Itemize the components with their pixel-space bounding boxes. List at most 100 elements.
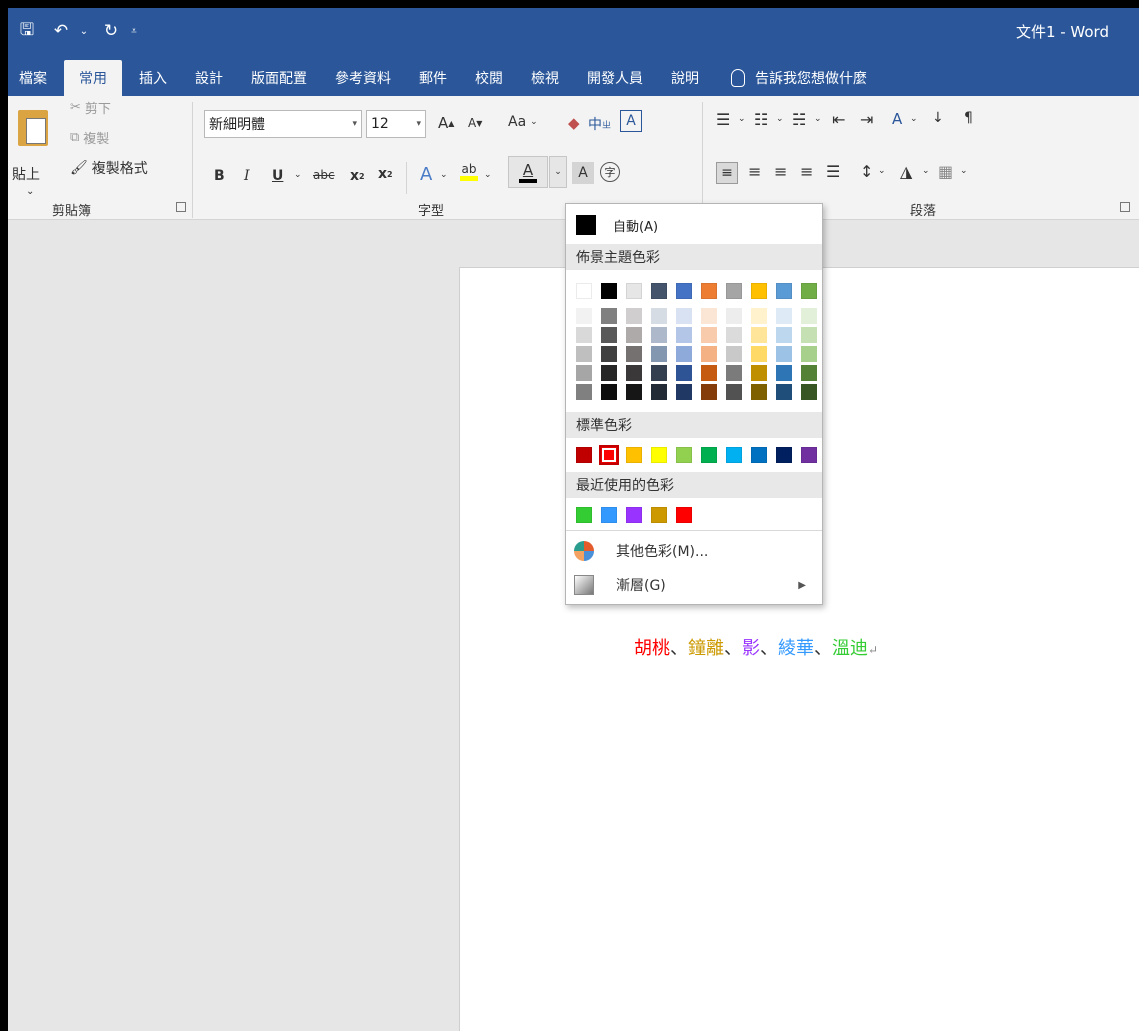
theme-shade-swatch[interactable] [626, 346, 642, 362]
character-border-button[interactable]: A [620, 110, 642, 132]
theme-shade-swatch[interactable] [651, 384, 667, 400]
increase-indent-icon[interactable]: ⇥ [860, 110, 873, 129]
theme-shade-swatch[interactable] [601, 384, 617, 400]
recent-color-swatch[interactable] [626, 507, 642, 523]
theme-shade-swatch[interactable] [726, 308, 742, 324]
theme-shade-swatch[interactable] [601, 346, 617, 362]
align-right-icon[interactable]: ≡ [774, 162, 787, 181]
paste-icon[interactable] [18, 110, 48, 146]
document-text[interactable]: 胡桃、鐘離、影、綾華、溫迪↵ [634, 634, 878, 660]
superscript-button[interactable]: x2 [378, 166, 393, 182]
theme-shade-swatch[interactable] [601, 308, 617, 324]
highlight-dropdown-icon[interactable]: ⌄ [484, 170, 492, 180]
tab-references[interactable]: 參考資料 [324, 60, 402, 96]
effects-dropdown-icon[interactable]: ⌄ [440, 170, 448, 180]
italic-button[interactable]: I [244, 168, 250, 184]
theme-shade-swatch[interactable] [726, 346, 742, 362]
customize-qat-icon[interactable]: ⩡ [126, 16, 142, 46]
multilevel-list-icon[interactable]: ☵ [792, 110, 806, 129]
standard-color-swatch[interactable] [676, 447, 692, 463]
theme-shade-swatch[interactable] [726, 384, 742, 400]
theme-shade-swatch[interactable] [701, 365, 717, 381]
justify-icon[interactable]: ≡ [800, 162, 813, 181]
tab-review[interactable]: 校閱 [464, 60, 514, 96]
line-spacing-dropdown-icon[interactable]: ⌄ [878, 166, 886, 176]
recent-color-swatch[interactable] [676, 507, 692, 523]
font-size-box[interactable]: 12 ▾ [366, 110, 426, 138]
theme-shade-swatch[interactable] [676, 346, 692, 362]
theme-shade-swatch[interactable] [701, 327, 717, 343]
font-color-dropdown-icon[interactable]: ⌄ [549, 156, 567, 188]
more-colors-item[interactable]: 其他色彩(M)... [566, 534, 822, 568]
theme-shade-swatch[interactable] [626, 384, 642, 400]
change-case-button[interactable]: Aa ⌄ [508, 114, 538, 130]
theme-shade-swatch[interactable] [726, 365, 742, 381]
theme-shade-swatch[interactable] [701, 308, 717, 324]
save-icon[interactable]: 🖫 [12, 16, 42, 46]
font-color-button[interactable]: A [508, 156, 548, 188]
tab-layout[interactable]: 版面配置 [240, 60, 318, 96]
theme-shade-swatch[interactable] [751, 346, 767, 362]
theme-shade-swatch[interactable] [776, 365, 792, 381]
theme-shade-swatch[interactable] [601, 365, 617, 381]
automatic-color-item[interactable]: 自動(A) [566, 210, 822, 240]
theme-shade-swatch[interactable] [651, 308, 667, 324]
shading-dropdown-icon[interactable]: ⌄ [922, 166, 930, 176]
format-painter-button[interactable]: 🖌 複製格式 [70, 158, 148, 178]
underline-dropdown-icon[interactable]: ⌄ [294, 170, 302, 180]
standard-color-swatch[interactable] [576, 447, 592, 463]
theme-shade-swatch[interactable] [701, 384, 717, 400]
theme-shade-swatch[interactable] [726, 327, 742, 343]
theme-color-swatch[interactable] [801, 283, 817, 299]
theme-shade-swatch[interactable] [751, 327, 767, 343]
paste-button[interactable]: 貼上 [12, 164, 40, 184]
tab-insert[interactable]: 插入 [128, 60, 178, 96]
theme-shade-swatch[interactable] [676, 327, 692, 343]
recent-color-swatch[interactable] [601, 507, 617, 523]
shrink-font-button[interactable]: A ▼ [468, 116, 482, 130]
theme-color-swatch[interactable] [651, 283, 667, 299]
theme-shade-swatch[interactable] [776, 308, 792, 324]
theme-color-swatch[interactable] [701, 283, 717, 299]
standard-color-swatch[interactable] [726, 447, 742, 463]
theme-shade-swatch[interactable] [651, 365, 667, 381]
theme-shade-swatch[interactable] [801, 384, 817, 400]
clear-formatting-icon[interactable]: ◆ [568, 114, 580, 132]
numbering-dropdown-icon[interactable]: ⌄ [776, 114, 784, 124]
theme-shade-swatch[interactable] [626, 365, 642, 381]
character-shading-button[interactable]: A [572, 162, 594, 184]
theme-shade-swatch[interactable] [676, 365, 692, 381]
distributed-icon[interactable]: ☰ [826, 162, 840, 181]
tab-mailings[interactable]: 郵件 [408, 60, 458, 96]
copy-button[interactable]: ⧉ 複製 [70, 128, 109, 147]
bold-button[interactable]: B [214, 168, 225, 184]
decrease-indent-icon[interactable]: ⇤ [832, 110, 845, 129]
standard-color-swatch[interactable] [599, 445, 619, 465]
standard-color-swatch[interactable] [801, 447, 817, 463]
align-center-icon[interactable]: ≡ [748, 162, 761, 181]
sort-icon[interactable]: ↓ [932, 110, 944, 126]
theme-shade-swatch[interactable] [776, 327, 792, 343]
theme-shade-swatch[interactable] [751, 365, 767, 381]
theme-color-swatch[interactable] [751, 283, 767, 299]
borders-icon[interactable]: ▦ [938, 162, 953, 181]
theme-shade-swatch[interactable] [776, 346, 792, 362]
bullets-dropdown-icon[interactable]: ⌄ [738, 114, 746, 124]
shading-icon[interactable]: ◮ [900, 162, 912, 181]
theme-shade-swatch[interactable] [626, 308, 642, 324]
theme-color-swatch[interactable] [776, 283, 792, 299]
bullets-icon[interactable]: ☰ [716, 110, 730, 129]
enclose-characters-button[interactable]: 字 [600, 162, 620, 182]
tab-file[interactable]: 檔案 [8, 60, 58, 96]
cut-button[interactable]: ✂ 剪下 [70, 98, 111, 117]
borders-dropdown-icon[interactable]: ⌄ [960, 166, 968, 176]
tell-me-box[interactable]: 告訴我您想做什麼 [720, 60, 878, 96]
paragraph-launcher-icon[interactable] [1120, 202, 1130, 212]
recent-color-swatch[interactable] [576, 507, 592, 523]
standard-color-swatch[interactable] [626, 447, 642, 463]
theme-color-swatch[interactable] [576, 283, 592, 299]
theme-color-swatch[interactable] [626, 283, 642, 299]
undo-dropdown-icon[interactable]: ⌄ [76, 16, 92, 46]
gradient-item[interactable]: 漸層(G) ▶ [566, 568, 822, 602]
underline-button[interactable]: U [272, 168, 283, 184]
